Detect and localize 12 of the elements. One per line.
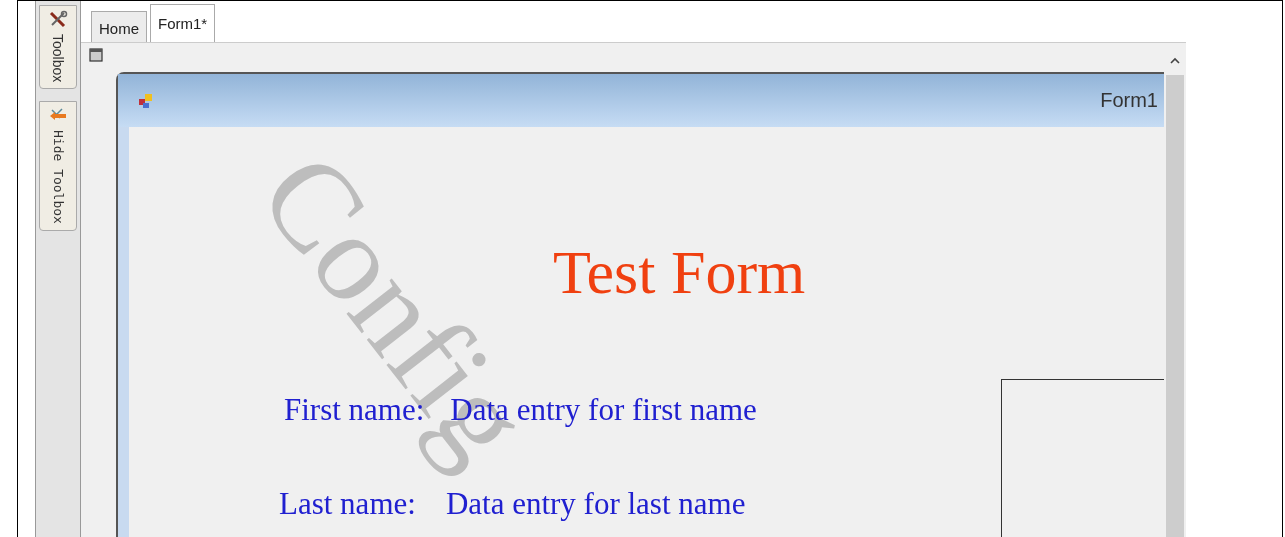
tools-icon (48, 10, 68, 30)
document-tab[interactable]: Form1* (150, 4, 216, 42)
field-label: Last name: (279, 486, 416, 522)
form-title: Form1 (1100, 89, 1158, 112)
form-app-icon (138, 92, 154, 109)
form-heading: Test Form (553, 237, 806, 308)
scroll-up-icon[interactable] (1170, 57, 1180, 65)
window-icon[interactable] (89, 48, 103, 62)
toolbox-tab[interactable]: Toolbox (39, 5, 77, 90)
document-tab[interactable]: Home (91, 11, 147, 42)
toolbox-tab[interactable]: Hide Toolbox (39, 101, 77, 232)
field-text: Data entry for last name (445, 486, 746, 522)
